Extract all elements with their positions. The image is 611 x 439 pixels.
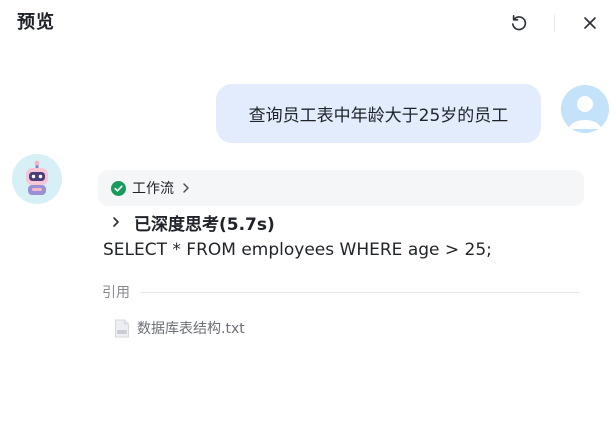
- reference-file-item[interactable]: 数据库表结构.txt: [114, 317, 245, 339]
- workflow-toggle[interactable]: 工作流: [98, 170, 584, 206]
- panel-title: 预览: [17, 12, 55, 33]
- assistant-avatar: [12, 154, 62, 204]
- refresh-button[interactable]: [506, 10, 532, 36]
- thinking-label: 已深度思考(5.7s): [134, 214, 275, 235]
- reference-file-name: 数据库表结构.txt: [137, 321, 245, 337]
- workflow-label: 工作流: [132, 181, 174, 197]
- user-avatar-icon: [561, 85, 609, 133]
- close-button[interactable]: [577, 10, 603, 36]
- thinking-toggle[interactable]: 已深度思考(5.7s): [112, 210, 275, 235]
- preview-panel: 预览 查询员工表中年龄大于25岁的员工 工作流 已深度思考(5.7s) SELE…: [0, 0, 611, 439]
- robot-icon: [12, 154, 62, 204]
- user-message-bubble: 查询员工表中年龄大于25岁的员工: [216, 84, 541, 143]
- references-header: 引用: [102, 282, 580, 302]
- assistant-answer: SELECT * FROM employees WHERE age > 25;: [103, 240, 492, 260]
- refresh-icon: [511, 15, 527, 31]
- user-avatar: [561, 85, 609, 133]
- txt-file-icon: [115, 319, 129, 337]
- references-divider: [140, 291, 580, 293]
- user-message-text: 查询员工表中年龄大于25岁的员工: [248, 106, 509, 126]
- references-label: 引用: [102, 285, 130, 301]
- check-circle-icon: [111, 180, 126, 196]
- chevron-right-icon: [112, 213, 120, 232]
- chevron-right-icon: [182, 182, 190, 194]
- close-icon: [584, 17, 596, 29]
- header-divider: [554, 15, 555, 32]
